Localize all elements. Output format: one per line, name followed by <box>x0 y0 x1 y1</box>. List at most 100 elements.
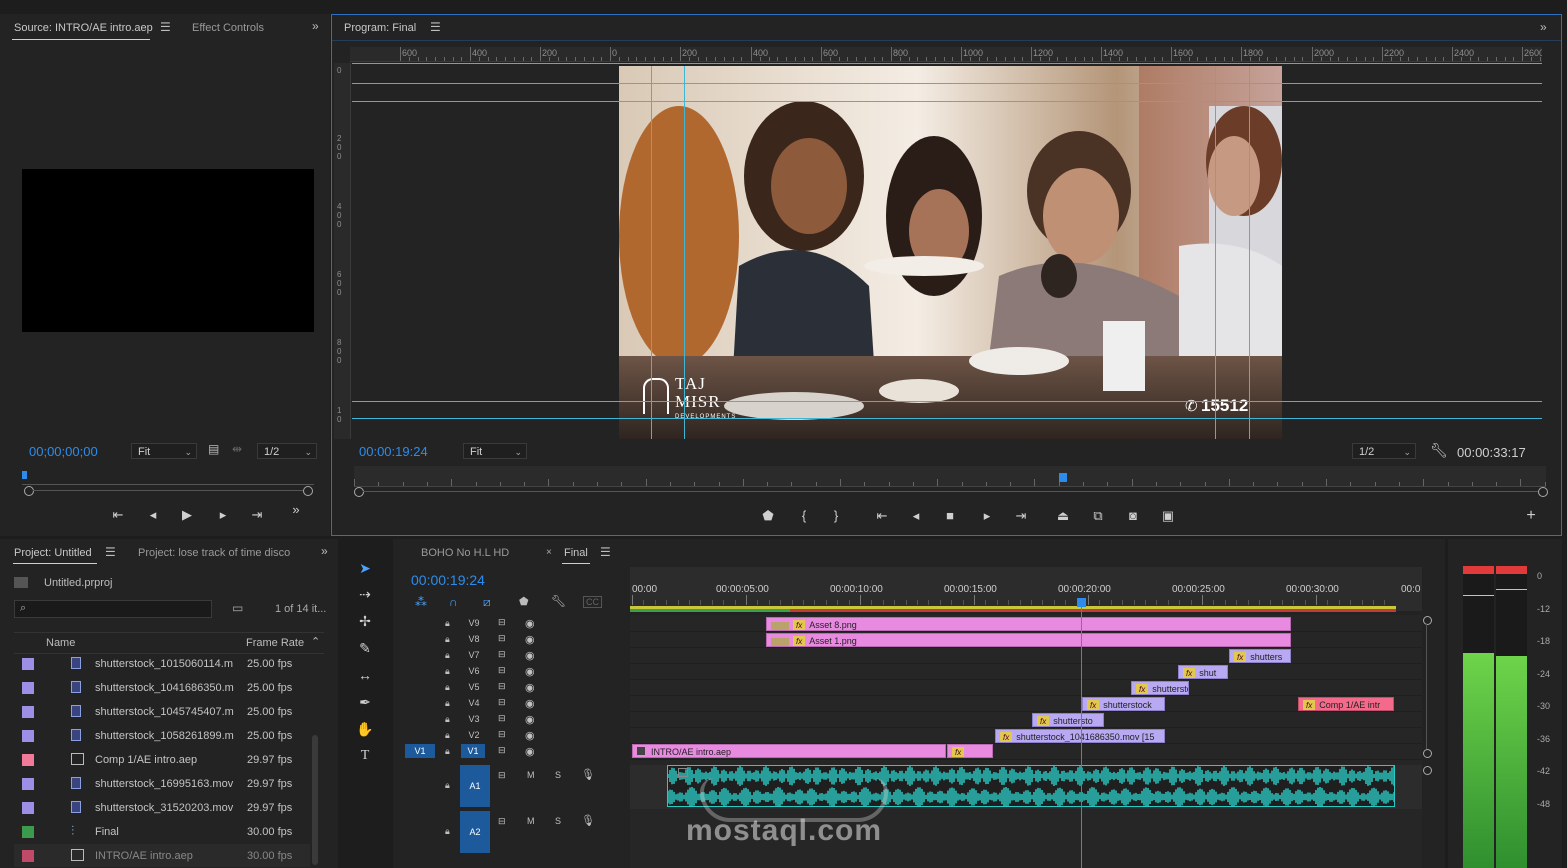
lock-icon[interactable]: 🔒︎ <box>445 746 450 757</box>
lock-icon[interactable]: 🔒︎ <box>445 650 450 661</box>
mute-button[interactable]: M <box>527 816 535 826</box>
track-name-v5[interactable]: V5 <box>465 682 483 692</box>
more-panels-icon[interactable]: » <box>1540 20 1547 34</box>
clip-v9[interactable]: fx Asset 8.png <box>766 617 1291 631</box>
new-bin-icon[interactable]: ▭ <box>232 601 243 615</box>
source-timecode[interactable]: 00;00;00;00 <box>29 444 98 459</box>
project-item[interactable]: shutterstock_1041686350.m 25.00 fps <box>14 676 310 699</box>
more-controls-icon[interactable]: » <box>286 502 306 518</box>
timeline-timecode[interactable]: 00:00:19:24 <box>411 572 485 588</box>
linked-selection-icon[interactable]: ⧄ <box>483 595 491 610</box>
program-resolution-dropdown[interactable]: 1/2 ⌄ <box>1352 443 1416 459</box>
track-name-v4[interactable]: V4 <box>465 698 483 708</box>
zoom-handle-right[interactable] <box>303 486 313 496</box>
zoom-handle-right[interactable] <box>1538 487 1548 497</box>
nest-icon[interactable]: ⁂ <box>415 595 427 609</box>
source-menu-icon[interactable]: ☰ <box>160 20 171 34</box>
eye-icon[interactable]: ◉ <box>525 713 535 726</box>
program-playhead[interactable] <box>1059 473 1068 482</box>
project-item[interactable]: shutterstock_1015060114.m 25.00 fps <box>14 652 310 675</box>
col-header-name[interactable]: Name <box>46 637 75 649</box>
timeline-scroll-end[interactable]: 00:0 <box>1396 567 1422 611</box>
lock-icon[interactable]: 🔒︎ <box>445 714 450 725</box>
program-zoom-dropdown[interactable]: Fit ⌄ <box>463 443 527 459</box>
add-marker-icon[interactable]: ⬟ <box>758 508 778 524</box>
eye-icon[interactable]: ◉ <box>525 681 535 694</box>
lock-icon[interactable]: 🔒︎ <box>445 666 450 677</box>
clip-v2[interactable]: fx shutterstock_1041686350.mov [15 <box>995 729 1165 743</box>
lift-icon[interactable]: ⏏ <box>1053 508 1073 524</box>
sync-lock-icon[interactable]: ⊟ <box>498 681 506 692</box>
timeline-tab-final[interactable]: Final <box>564 547 588 559</box>
razor-tool-icon[interactable]: ✎ <box>352 637 378 659</box>
track-name-v9[interactable]: V9 <box>465 618 483 628</box>
lock-icon[interactable]: 🔒︎ <box>445 682 450 693</box>
label-color-swatch[interactable] <box>22 826 34 838</box>
sync-lock-icon[interactable]: ⊟ <box>498 633 506 644</box>
step-back-icon[interactable]: ◂ <box>143 507 163 523</box>
project-item[interactable]: shutterstock_1045745407.m 25.00 fps <box>14 700 310 723</box>
project-tab[interactable]: Project: Untitled <box>14 547 92 559</box>
mute-button[interactable]: M <box>527 770 535 780</box>
step-back-icon[interactable]: ◂ <box>906 508 926 524</box>
clip-v8[interactable]: fx Asset 1.png <box>766 633 1291 647</box>
clip-v4[interactable]: fx shutterstock <box>1082 697 1165 711</box>
source-zoom-dropdown[interactable]: Fit ⌄ <box>131 443 197 459</box>
clip-v7[interactable]: fx shutters <box>1229 649 1291 663</box>
lock-icon[interactable]: 🔒︎ <box>445 634 450 645</box>
selection-tool-icon[interactable]: ➤ <box>352 557 378 579</box>
ripple-edit-tool-icon[interactable]: ✢ <box>352 610 378 632</box>
mark-in-icon[interactable]: { <box>794 508 814 524</box>
sync-lock-icon[interactable]: ⊟ <box>498 697 506 708</box>
lock-icon[interactable]: 🔒︎ <box>445 698 450 709</box>
scroll-handle[interactable] <box>1423 616 1432 625</box>
eye-icon[interactable]: ◉ <box>525 633 535 646</box>
camera-icon[interactable]: ◙ <box>1123 508 1143 524</box>
snap-icon[interactable]: ∩ <box>449 595 458 609</box>
label-color-swatch[interactable] <box>22 802 34 814</box>
label-color-swatch[interactable] <box>22 730 34 742</box>
zoom-handle-left[interactable] <box>354 487 364 497</box>
project-item[interactable]: Comp 1/AE intro.aep 29.97 fps <box>14 748 310 771</box>
eye-icon[interactable]: ◉ <box>525 649 535 662</box>
project-item[interactable]: ⫶ Final 30.00 fps <box>14 820 310 843</box>
project-item[interactable]: INTRO/AE intro.aep 30.00 fps <box>14 844 310 867</box>
hand-tool-icon[interactable]: ✋ <box>352 718 378 740</box>
extract-icon[interactable]: ⧉ <box>1088 508 1108 524</box>
source-resolution-dropdown[interactable]: 1/2 ⌄ <box>257 443 317 459</box>
sync-lock-icon[interactable]: ⊟ <box>498 617 506 628</box>
sync-lock-icon[interactable]: ⊟ <box>498 770 506 781</box>
source-patch-v1[interactable]: V1 <box>405 744 435 758</box>
clip-intro-aep[interactable]: INTRO/AE intro.aep <box>632 744 946 758</box>
project-scrollbar[interactable] <box>312 735 318 865</box>
label-color-swatch[interactable] <box>22 706 34 718</box>
eye-icon[interactable]: ◉ <box>525 697 535 710</box>
more-panels-icon[interactable]: » <box>312 19 319 33</box>
col-header-frame-rate[interactable]: Frame Rate <box>246 637 304 649</box>
label-color-swatch[interactable] <box>22 778 34 790</box>
step-forward-icon[interactable]: ▸ <box>977 508 997 524</box>
mark-out-icon[interactable]: } <box>826 508 846 524</box>
track-name-v8[interactable]: V8 <box>465 634 483 644</box>
sync-lock-icon[interactable]: ⊟ <box>498 816 506 827</box>
add-marker-icon[interactable]: ⬟ <box>519 595 529 608</box>
program-tab[interactable]: Program: Final <box>344 22 416 34</box>
microphone-icon[interactable]: 🎙︎ <box>581 814 595 827</box>
source-playhead[interactable] <box>22 471 27 479</box>
track-name-v2[interactable]: V2 <box>465 730 483 740</box>
track-name-v1[interactable]: V1 <box>461 744 485 758</box>
zoom-handle-left[interactable] <box>24 486 34 496</box>
go-to-out-icon[interactable]: ⇥ <box>247 507 267 523</box>
scroll-handle[interactable] <box>1423 766 1432 775</box>
zoom-scroll-bar[interactable] <box>33 490 303 491</box>
timeline-playhead-handle[interactable] <box>1077 598 1086 607</box>
sync-lock-icon[interactable]: ⊟ <box>498 745 506 756</box>
eye-icon[interactable]: ◉ <box>525 617 535 630</box>
compare-icon[interactable]: ▣ <box>1158 508 1178 524</box>
lock-icon[interactable]: 🔒︎ <box>445 826 450 837</box>
track-name-a2[interactable]: A2 <box>460 811 490 853</box>
close-icon[interactable]: × <box>546 547 552 558</box>
label-color-swatch[interactable] <box>22 754 34 766</box>
timeline-tab-boho[interactable]: BOHO No H.L HD <box>421 547 509 559</box>
type-tool-icon[interactable]: T <box>352 745 378 767</box>
